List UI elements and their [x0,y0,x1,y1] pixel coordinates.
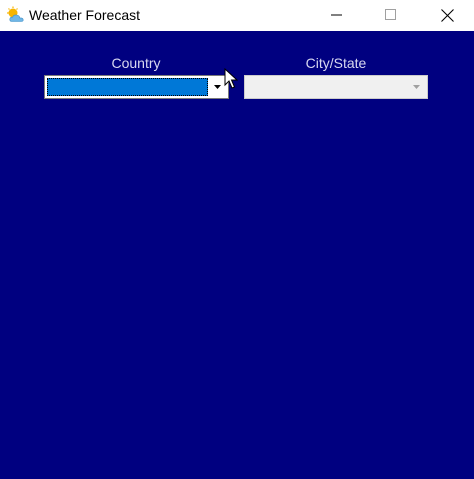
city-state-label: City/State [305,55,367,71]
title-bar[interactable]: Weather Forecast [0,0,474,31]
maximize-button[interactable] [368,0,414,30]
minimize-button[interactable] [314,0,360,30]
app-window: Weather Forecast Country City/State [0,0,474,479]
weather-sun-cloud-icon [7,6,24,22]
window-title: Weather Forecast [29,7,141,23]
chevron-down-icon [413,85,420,89]
minimize-icon [331,14,342,16]
country-combobox[interactable] [44,75,229,99]
country-label: Country [111,55,161,71]
maximize-icon [385,9,396,20]
city-state-combobox[interactable] [244,75,428,99]
close-button[interactable] [424,0,470,30]
chevron-down-icon [214,85,221,89]
mouse-pointer-icon [224,68,238,89]
client-area: Country City/State [0,31,474,479]
city-state-dropdown-button[interactable] [408,78,425,96]
close-icon [440,8,454,22]
country-selected-value [47,78,208,96]
